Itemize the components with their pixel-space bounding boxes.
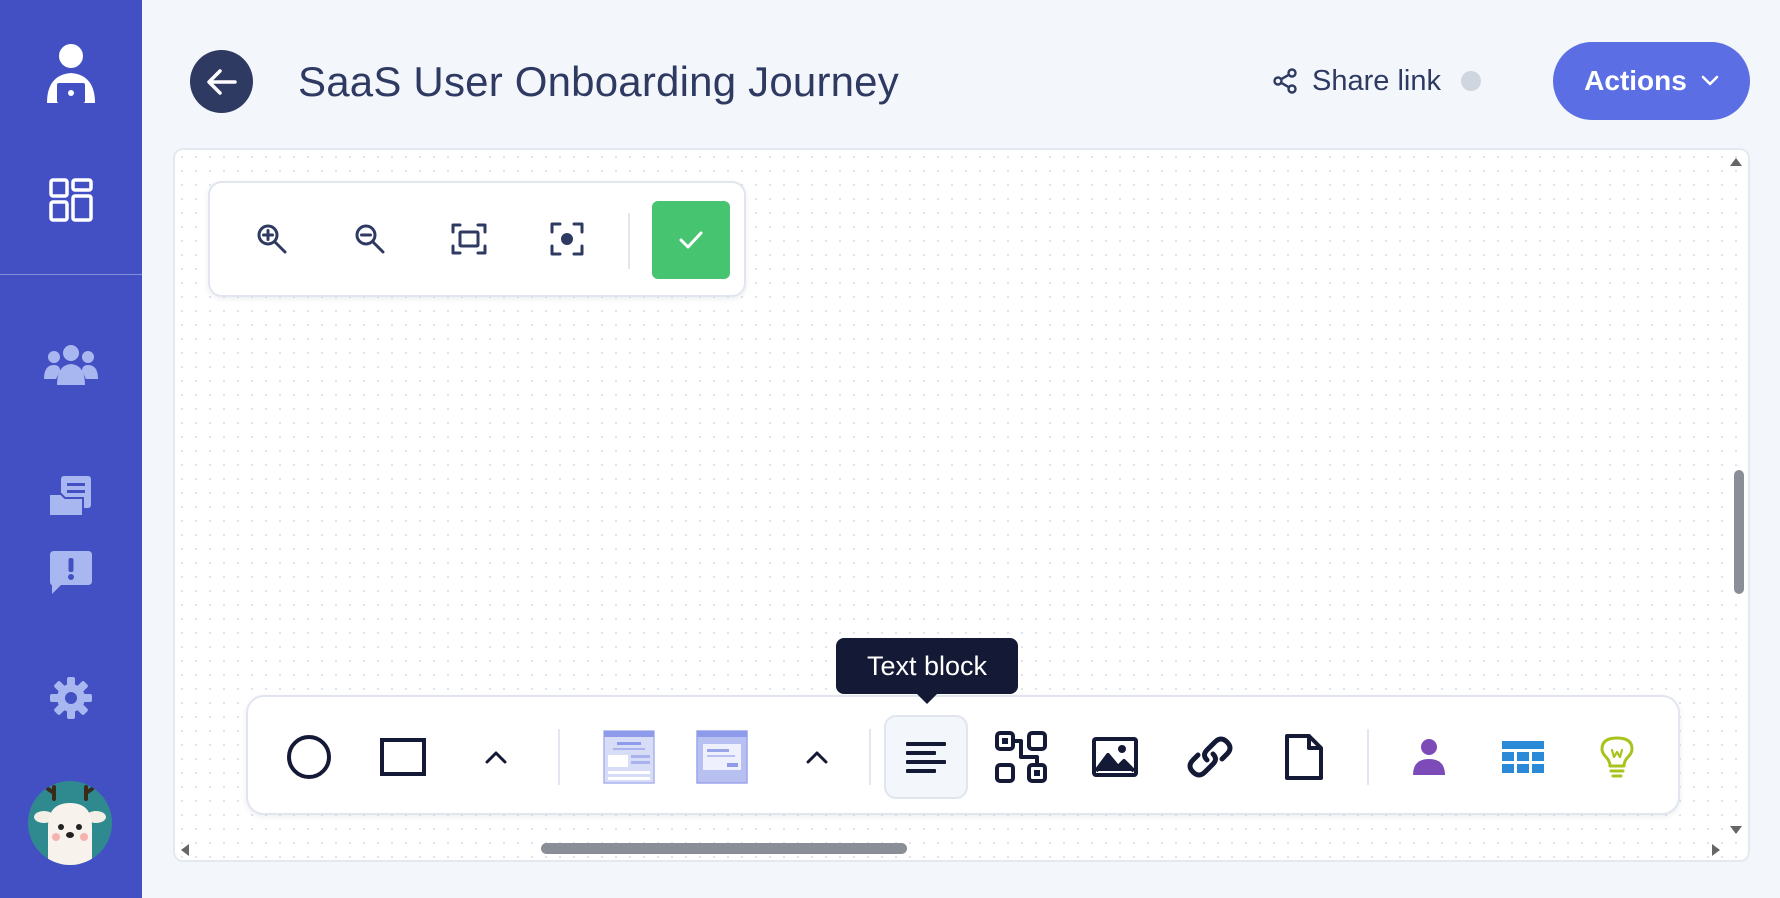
zoom-toolbar-divider — [628, 213, 630, 269]
zoom-toolbar — [208, 181, 746, 297]
sidebar-item-feedback[interactable] — [0, 542, 142, 604]
persona-tool[interactable] — [1387, 715, 1471, 799]
toolbar-divider — [558, 729, 560, 785]
sidebar-item-documents[interactable] — [0, 466, 142, 526]
feedback-icon — [50, 551, 92, 594]
back-button[interactable] — [190, 50, 253, 113]
circle-tool[interactable] — [267, 715, 351, 799]
tooltip-tail — [916, 693, 938, 704]
vertical-scroll-thumb[interactable] — [1734, 470, 1744, 594]
actions-button[interactable]: Actions — [1553, 42, 1750, 120]
lightbulb-icon — [1600, 736, 1634, 778]
rectangle-tool[interactable] — [361, 715, 445, 799]
zoom-out-icon — [355, 224, 385, 254]
scroll-up-arrow-icon[interactable] — [1730, 158, 1742, 166]
deer-avatar-icon — [34, 785, 106, 865]
image-tool[interactable] — [1073, 715, 1157, 799]
center-icon — [550, 222, 584, 256]
flow-tool[interactable] — [979, 715, 1063, 799]
sidebar-item-dashboard[interactable] — [0, 168, 142, 232]
text-block-tooltip: Text block — [836, 638, 1018, 694]
wireframe-dialog-tool[interactable] — [680, 715, 764, 799]
toolbar-divider — [1367, 729, 1369, 785]
table-icon — [1502, 741, 1544, 773]
wireframes-expand-button[interactable] — [775, 715, 859, 799]
text-block-icon — [906, 742, 946, 773]
share-link-button[interactable]: Share link — [1272, 58, 1481, 104]
documents-icon — [48, 476, 91, 517]
document-icon — [1285, 734, 1323, 780]
vertical-scrollbar[interactable] — [1724, 150, 1748, 860]
persona-icon — [1413, 739, 1445, 775]
arrow-left-icon — [206, 68, 237, 95]
fit-to-screen-button[interactable] — [443, 213, 495, 265]
fit-to-screen-icon — [451, 223, 487, 255]
user-laptop-icon — [47, 44, 95, 103]
check-icon — [679, 231, 703, 249]
chevron-up-icon — [806, 751, 828, 764]
zoom-out-button[interactable] — [344, 213, 396, 265]
sidebar-item-profile[interactable] — [0, 38, 142, 112]
chevron-up-icon — [485, 751, 507, 764]
link-tool[interactable] — [1168, 715, 1252, 799]
scroll-left-arrow-icon[interactable] — [181, 844, 189, 856]
gear-icon — [50, 677, 92, 719]
page-title: SaaS User Onboarding Journey — [298, 58, 899, 105]
qr-flow-icon — [995, 731, 1047, 783]
document-tool[interactable] — [1262, 715, 1346, 799]
circle-icon — [287, 735, 331, 779]
sidebar-item-settings[interactable] — [0, 668, 142, 728]
shapes-expand-button[interactable] — [454, 715, 538, 799]
actions-label: Actions — [1584, 65, 1687, 96]
toolbar-divider — [869, 729, 871, 785]
idea-tool[interactable] — [1575, 715, 1659, 799]
wireframe-dialog-icon — [696, 730, 748, 784]
scroll-right-arrow-icon[interactable] — [1712, 844, 1720, 856]
share-link-label: Share link — [1312, 64, 1441, 97]
zoom-in-icon — [257, 224, 287, 254]
team-icon — [44, 345, 98, 385]
center-view-button[interactable] — [541, 213, 593, 265]
share-icon — [1273, 68, 1297, 94]
share-status-dot — [1460, 71, 1481, 91]
sidebar — [0, 0, 142, 898]
link-icon — [1187, 736, 1233, 778]
sidebar-divider — [0, 274, 142, 275]
zoom-in-button[interactable] — [246, 213, 298, 265]
rectangle-icon — [380, 738, 426, 776]
table-tool[interactable] — [1481, 715, 1565, 799]
chevron-down-icon — [1701, 75, 1719, 86]
horizontal-scroll-thumb[interactable] — [541, 843, 907, 854]
confirm-button[interactable] — [652, 201, 730, 279]
sidebar-item-team[interactable] — [0, 334, 142, 398]
diagram-canvas[interactable] — [173, 148, 1750, 862]
scroll-down-arrow-icon[interactable] — [1730, 826, 1742, 834]
dashboard-icon — [49, 178, 93, 222]
wireframe-page-tool[interactable] — [587, 715, 671, 799]
shape-toolbar — [246, 695, 1680, 815]
text-block-tool[interactable] — [884, 715, 968, 799]
avatar[interactable] — [28, 781, 112, 865]
wireframe-page-icon — [603, 730, 655, 784]
image-icon — [1092, 737, 1138, 777]
